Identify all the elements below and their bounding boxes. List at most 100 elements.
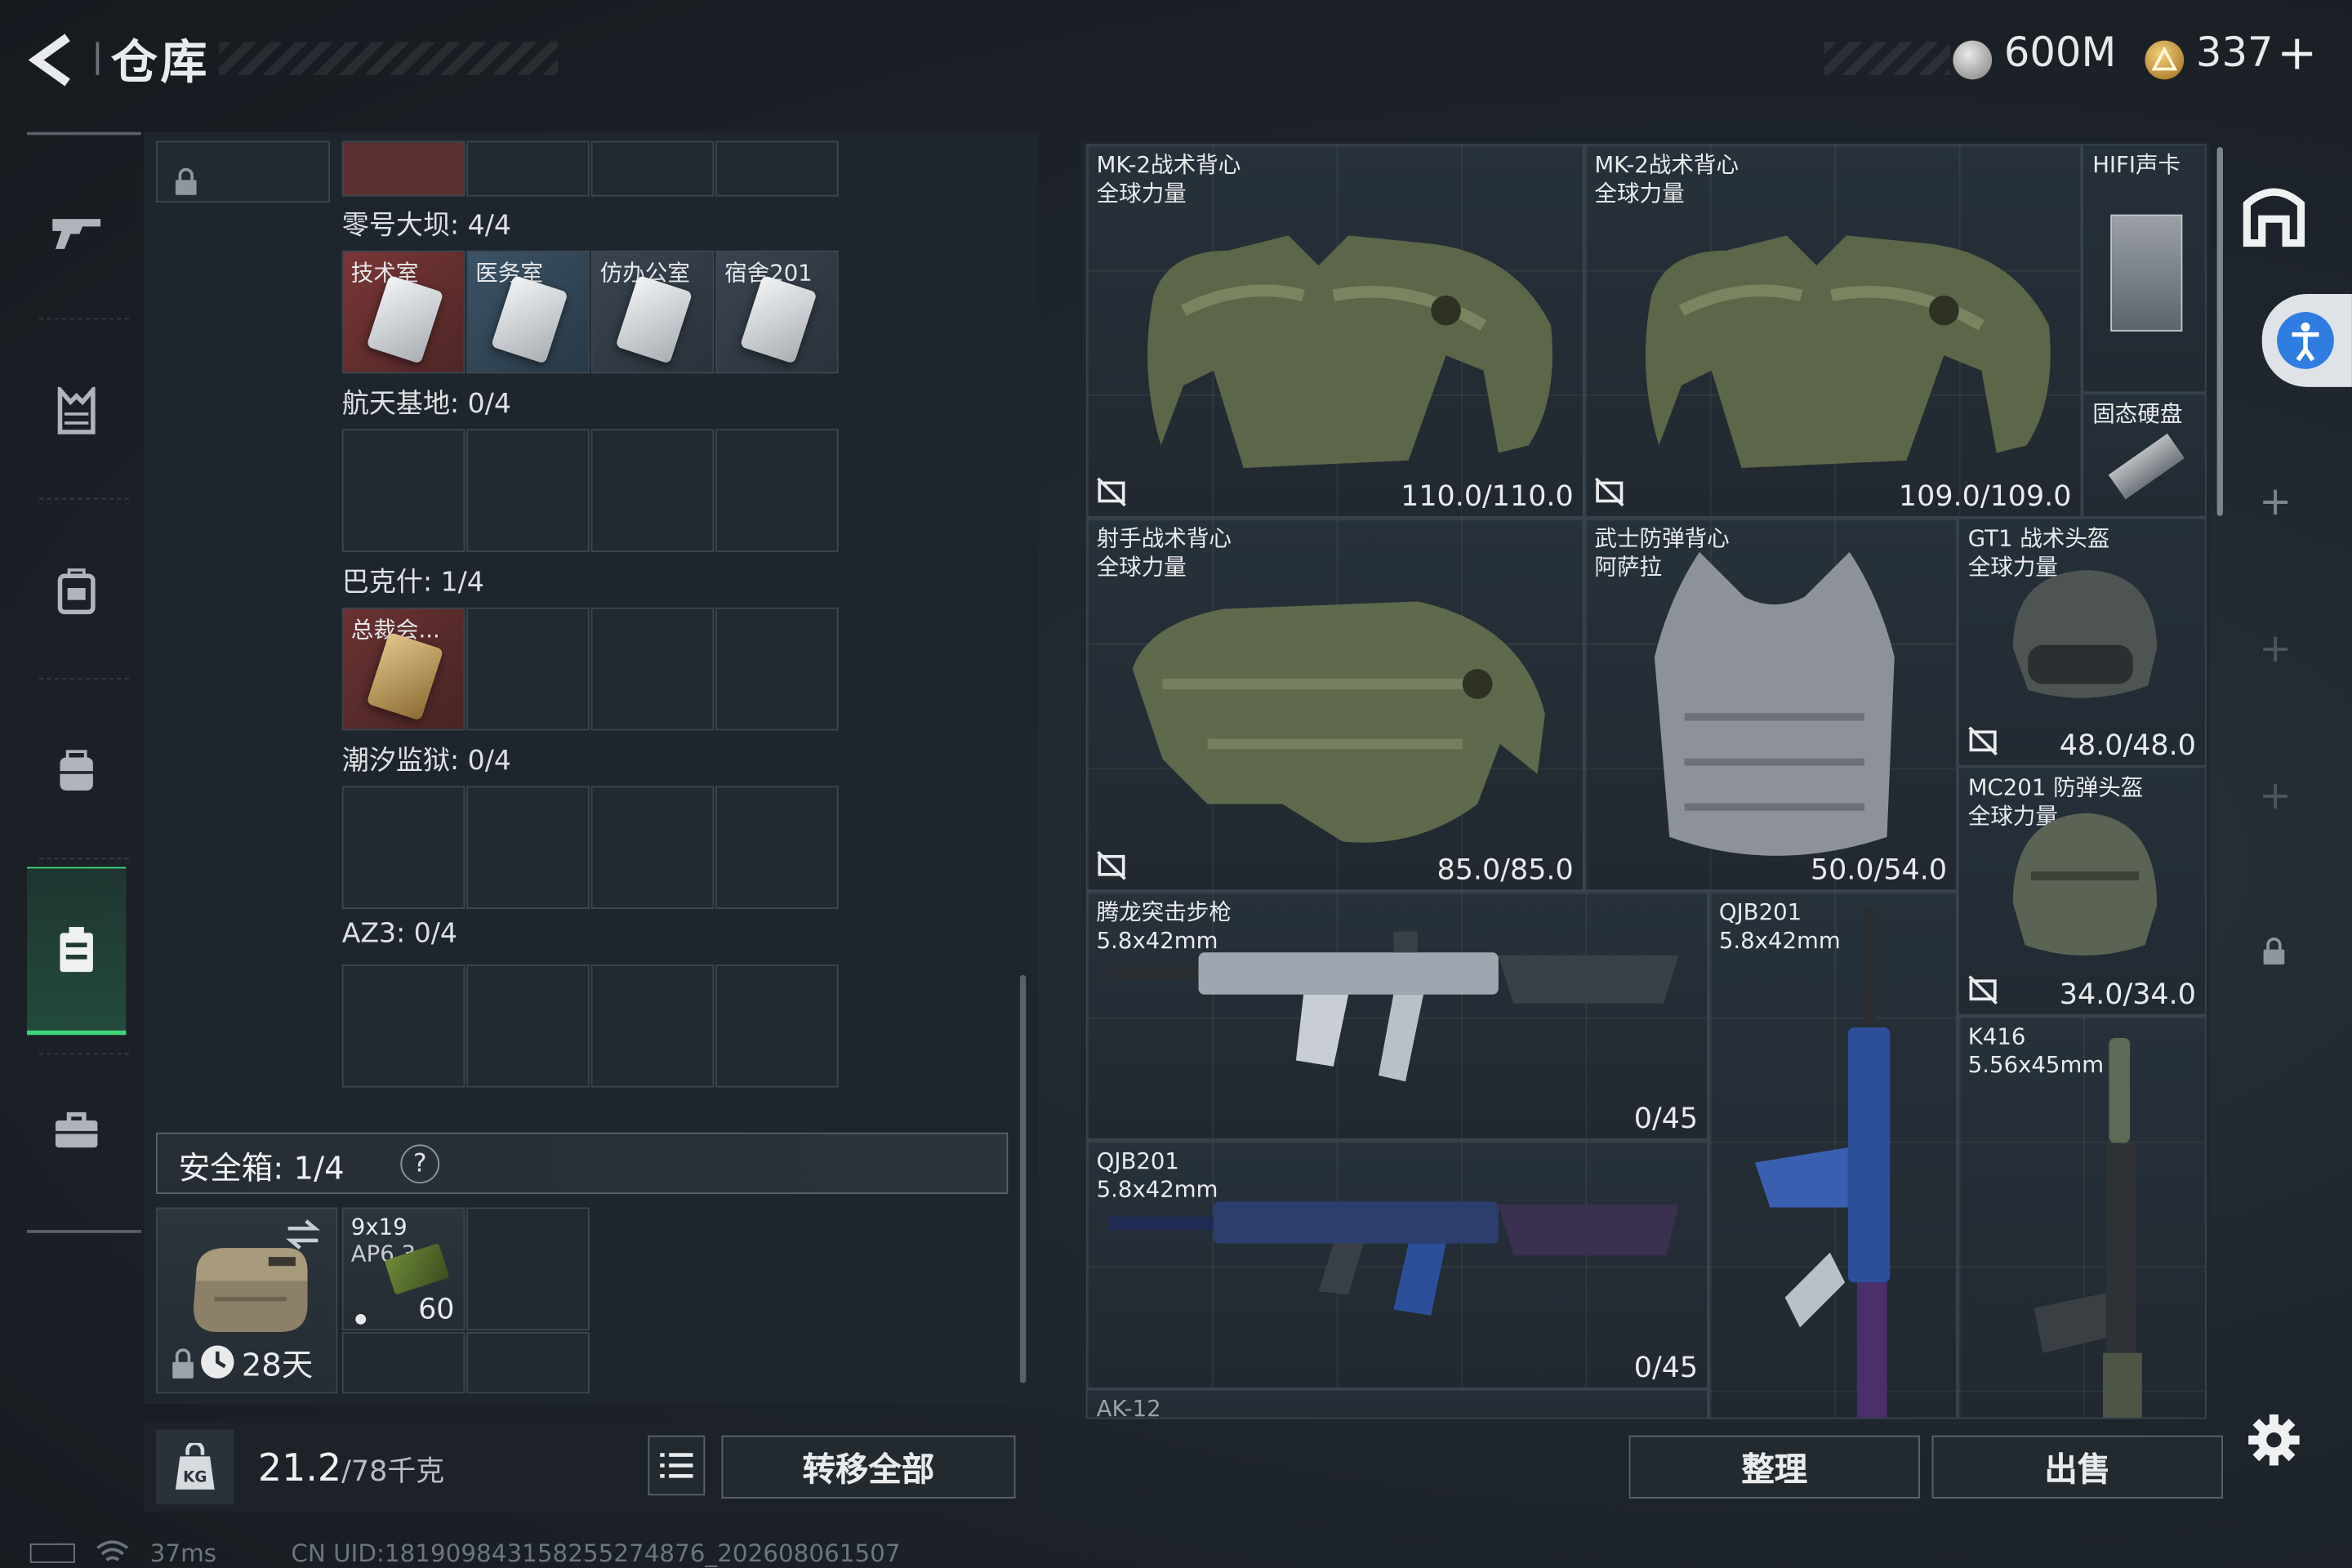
item-name: 射手战术背心 全球力量 — [1096, 524, 1232, 581]
sidebar-item-armor[interactable] — [27, 336, 126, 486]
keygroup-title: 航天基地: 0/4 — [341, 388, 511, 421]
stash-item-rifle[interactable]: QJB201 5.8x42mm 0/45 — [1085, 1139, 1709, 1389]
key-slot[interactable] — [715, 429, 839, 552]
title-hatch-decoration — [219, 42, 559, 75]
sidebar-item-briefcase[interactable] — [27, 1056, 126, 1206]
key-slot[interactable] — [715, 140, 839, 197]
safe-box-slot[interactable] — [466, 1207, 590, 1331]
ammo-slot[interactable]: 9x19 AP6.3 60 — [341, 1207, 466, 1331]
item-name: 固态硬盘 — [2092, 400, 2183, 428]
help-button[interactable]: ? — [400, 1144, 440, 1184]
settings-button[interactable] — [2247, 1413, 2301, 1467]
safe-box-title: 安全箱: 1/4 — [178, 1150, 345, 1187]
sidebar-separator — [38, 1053, 129, 1055]
add-currency-button[interactable]: + — [2277, 24, 2317, 81]
key-slot[interactable] — [466, 964, 590, 1088]
key-slot[interactable] — [590, 140, 715, 197]
stash-house-icon — [2243, 188, 2305, 247]
add-tab-button[interactable]: + — [2259, 480, 2292, 525]
top-cut-slot[interactable] — [156, 140, 331, 203]
rifle-icon — [52, 219, 101, 249]
key-slot[interactable] — [341, 140, 466, 197]
key-slot[interactable] — [341, 964, 466, 1088]
safe-box-slot[interactable] — [341, 1331, 466, 1394]
add-tab-button[interactable]: + — [2259, 627, 2292, 672]
key-slot[interactable] — [466, 429, 590, 552]
stash-item-rifle[interactable]: K416 5.56x45mm — [1957, 1015, 2207, 1419]
sidebar-item-chest-rig[interactable] — [27, 696, 126, 846]
transfer-all-button[interactable]: 转移全部 — [721, 1435, 1016, 1499]
no-repair-icon — [1968, 726, 1998, 756]
weight-current: 21.2 — [257, 1446, 342, 1490]
accessibility-icon — [2277, 312, 2334, 369]
key-slot[interactable]: 宿舍201 — [715, 250, 839, 374]
stash-scrollbar[interactable] — [2216, 146, 2223, 516]
currency-hatch-decoration — [1824, 42, 1950, 75]
key-slot[interactable]: 总裁会... — [341, 607, 466, 731]
briefcase-icon — [55, 1111, 98, 1148]
transfer-icon — [285, 1219, 321, 1250]
tactical-vest-icon — [1645, 235, 2051, 469]
stash-item-helmet[interactable]: GT1 战术头盔 全球力量 48.0/48.0 — [1957, 517, 2207, 767]
sidebar-item-weapons[interactable] — [27, 156, 126, 306]
ssd-icon — [2108, 433, 2185, 500]
stash-item-vest[interactable]: 武士防弹背心 阿萨拉 50.0/54.0 — [1584, 517, 1958, 891]
stash-item-rifle[interactable]: QJB201 5.8x42mm — [1708, 890, 1958, 1419]
stash-item-ssd[interactable]: 固态硬盘 — [2082, 393, 2207, 518]
key-slot[interactable] — [590, 607, 715, 731]
ammo-name: 9x19 — [350, 1213, 408, 1241]
back-button[interactable] — [27, 33, 84, 87]
no-repair-icon — [1097, 477, 1126, 507]
stash-item-rifle[interactable]: AK-12 — [1085, 1388, 1709, 1419]
stash-item-vest[interactable]: MK-2战术背心 全球力量 110.0/110.0 — [1085, 144, 1584, 518]
key-slot[interactable] — [466, 786, 590, 910]
key-slot[interactable] — [715, 964, 839, 1088]
item-durability: 110.0/110.0 — [1401, 479, 1574, 514]
lock-icon — [172, 1348, 194, 1379]
item-ammo: 0/45 — [1633, 1102, 1699, 1136]
stash-tab-button[interactable] — [2235, 177, 2314, 256]
key-slot[interactable] — [341, 786, 466, 910]
assault-rifle-icon — [1108, 931, 1679, 1082]
add-tab-button[interactable]: + — [2259, 774, 2292, 819]
sidebar-item-safe-box[interactable] — [27, 866, 127, 1036]
list-view-button[interactable] — [648, 1435, 706, 1496]
stash-item-vest[interactable]: MK-2战术背心 全球力量 109.0/109.0 — [1584, 144, 2082, 518]
key-slot[interactable] — [590, 429, 715, 552]
stash-item-sound-card[interactable]: HIFI声卡 — [2082, 144, 2207, 394]
locked-tab[interactable] — [2262, 936, 2286, 966]
key-slot[interactable] — [590, 964, 715, 1088]
key-slot[interactable]: 医务室 — [466, 250, 590, 374]
key-slot[interactable] — [590, 786, 715, 910]
plate-carrier-icon — [1654, 551, 1895, 856]
safe-box-timer: 28天 — [241, 1347, 314, 1383]
key-slot[interactable]: 技术室 — [341, 250, 466, 374]
safe-box-slot[interactable] — [466, 1331, 590, 1394]
coin-icon — [1953, 40, 1993, 80]
key-slot[interactable] — [466, 607, 590, 731]
keycard-icon — [366, 274, 444, 364]
key-slot[interactable]: 仿办公室 — [590, 250, 715, 374]
list-icon — [660, 1453, 693, 1478]
safe-box-header: 安全箱: 1/4 ? — [156, 1132, 1009, 1195]
back-arrow-icon — [28, 33, 70, 87]
sidebar-item-backpack[interactable] — [27, 516, 126, 666]
safe-box-container-slot[interactable]: 28天 — [156, 1207, 338, 1394]
stash-item-helmet[interactable]: MC201 防弹头盔 全球力量 34.0/34.0 — [1957, 766, 2207, 1016]
stash-item-rifle[interactable]: 腾龙突击步枪 5.8x42mm 0/45 — [1085, 890, 1709, 1140]
no-repair-icon — [1968, 975, 1998, 1005]
left-scrollbar[interactable] — [1019, 974, 1027, 1383]
sidebar-bottom-line — [27, 1230, 141, 1233]
key-slot[interactable] — [715, 786, 839, 910]
organize-button[interactable]: 整理 — [1628, 1435, 1920, 1499]
key-slot[interactable] — [466, 140, 590, 197]
lock-icon — [2263, 938, 2285, 964]
key-slot[interactable] — [715, 607, 839, 731]
item-ammo: 0/45 — [1633, 1351, 1699, 1385]
stash-item-vest[interactable]: 射手战术背心 全球力量 85.0/85.0 — [1085, 517, 1584, 891]
accessibility-button[interactable] — [2261, 293, 2352, 387]
key-slot[interactable] — [341, 429, 466, 552]
coin-balance: 600M — [2003, 29, 2117, 77]
gold-triangle-icon — [2145, 40, 2185, 80]
sell-button[interactable]: 出售 — [1931, 1435, 2223, 1499]
